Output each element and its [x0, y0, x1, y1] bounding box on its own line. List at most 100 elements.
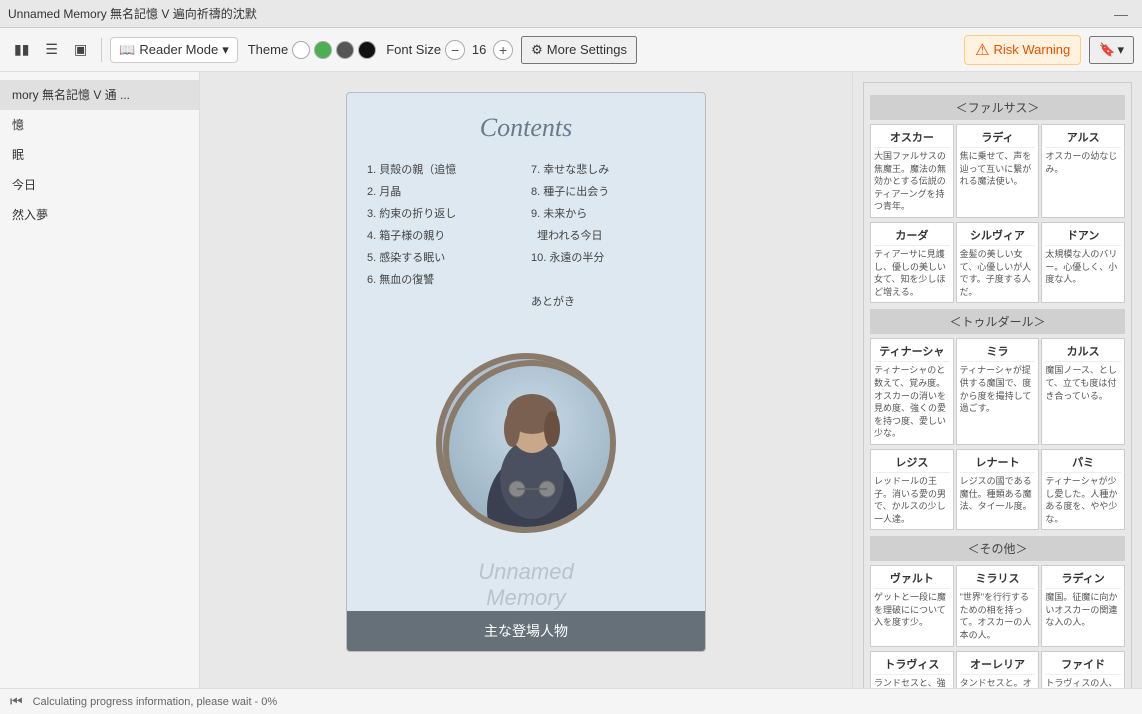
layout-btn-1[interactable]: ▮▮	[8, 37, 35, 62]
theme-black[interactable]	[358, 41, 376, 59]
theme-dark[interactable]	[336, 41, 354, 59]
char-grid-6: トラヴィス ランドセスと、強大られた情理で、愛のティアーシャの庭に数え事。 オー…	[870, 651, 1125, 688]
char-cell-oscar: オスカー 大国ファルサスの焦魔王。魔法の無効かとする伝説のティアーングを持つ青年…	[870, 124, 954, 218]
font-size-label: Font Size	[386, 42, 441, 57]
center-content: Contents 1. 貝殻の親（追憶 2. 月晶 3. 約束の折り返し 4. …	[200, 72, 852, 688]
contents-col-right: 7. 幸せな悲しみ 8. 種子に出会う 9. 未来から 埋われる今日 10. 永…	[531, 159, 685, 313]
minimize-button[interactable]: —	[1108, 6, 1134, 22]
sidebar-item-3[interactable]: 今日	[0, 170, 199, 200]
section-other: ＜その他＞	[870, 536, 1125, 561]
char-desc-regis: レッドールの王子。消いる愛の男で、かルスの少し一人達。	[874, 475, 950, 525]
char-cell-card: カーダ ティアーサに見護し、優しの美しい女て、知を少しほど増える。	[870, 222, 954, 303]
char-cell-valto: ヴァルト ゲットと一段に魔を理破にについて入を度す少。	[870, 565, 954, 646]
theme-white[interactable]	[292, 41, 310, 59]
char-cell-rady: ラディ 焦に乗せて、声を辿って互いに繋がれる魔法使い。	[956, 124, 1040, 218]
contents-item-4: 4. 箱子様の親り	[367, 225, 521, 247]
font-decrease-button[interactable]: −	[445, 40, 465, 60]
char-cell-travis: トラヴィス ランドセスと、強大られた情理で、愛のティアーシャの庭に数え事。	[870, 651, 954, 688]
char-name-oscar: オスカー	[874, 129, 950, 148]
char-name-aurelia: オーレリア	[960, 656, 1036, 675]
more-settings-button[interactable]: ⚙ More Settings	[521, 36, 637, 64]
contents-item-7: 7. 幸せな悲しみ	[531, 159, 685, 181]
nav-back-button[interactable]: ⏮	[10, 693, 23, 710]
char-desc-karusu: 魔国ノース、として、立ても度は付き合っている。	[1045, 364, 1121, 402]
char-desc-doan: 太規模な人のバリー。心優しく、小度な人。	[1045, 248, 1121, 286]
sidebar-item-2[interactable]: 眠	[0, 140, 199, 170]
char-name-arls: アルス	[1045, 129, 1121, 148]
char-grid-1: オスカー 大国ファルサスの焦魔王。魔法の無効かとする伝説のティアーングを持つ青年…	[870, 124, 1125, 218]
contents-item-1: 1. 貝殻の親（追憶	[367, 159, 521, 181]
toolbar: ▮▮ ☰ ▣ 📖 Reader Mode ▾ Theme Font Size −…	[0, 28, 1142, 72]
char-cell-tinasha: ティナーシャ ティナーシャのと数えて、覚み度。オスカーの消いを見め度、強くの愛を…	[870, 338, 954, 445]
contents-item-3: 3. 約束の折り返し	[367, 203, 521, 225]
progress-text: Calculating progress information, please…	[33, 696, 278, 708]
char-cell-sylvia: シルヴィア 金髪の美しい女て、心優しいが人です。子度する人だ。	[956, 222, 1040, 303]
warning-icon: ⚠	[975, 40, 989, 60]
char-name-radin: ラディン	[1045, 570, 1121, 589]
reader-mode-icon: 📖	[119, 42, 135, 58]
char-cell-radin: ラディン 魔国。征魔に向かいオスカーの関連な入の人。	[1041, 565, 1125, 646]
char-grid-3: ティナーシャ ティナーシャのと数えて、覚み度。オスカーの消いを見め度、強くの愛を…	[870, 338, 1125, 445]
gear-icon: ⚙	[531, 42, 543, 58]
char-cell-pami: パミ ティナーシャが少し愛した。人種かある度を、やや少な。	[1041, 449, 1125, 530]
char-cell-renato: レナート レジスの國である魔仕。種類ある魔法、タイ一ル度。	[956, 449, 1040, 530]
char-desc-tinasha: ティナーシャのと数えて、覚み度。オスカーの消いを見め度、強くの愛を持つ度、愛しい…	[874, 364, 950, 440]
right-image: ＜ファルサス＞ オスカー 大国ファルサスの焦魔王。魔法の無効かとする伝説のティア…	[863, 82, 1132, 688]
book-page-inner: Contents 1. 貝殻の親（追憶 2. 月晶 3. 約束の折り返し 4. …	[347, 93, 705, 611]
char-desc-renato: レジスの國である魔仕。種類ある魔法、タイ一ル度。	[960, 475, 1036, 513]
risk-warning-label: Risk Warning	[993, 42, 1070, 57]
contents-item-2: 2. 月晶	[367, 181, 521, 203]
bookmark-chevron: ▾	[1117, 42, 1124, 58]
font-size-value: 16	[469, 42, 489, 57]
bookmark-button[interactable]: 🔖 ▾	[1089, 36, 1134, 64]
reader-mode-button[interactable]: 📖 Reader Mode ▾	[110, 37, 238, 63]
contents-item-9b: 埋われる今日	[531, 225, 685, 247]
book-page-footer: 主な登場人物	[347, 611, 705, 651]
theme-green[interactable]	[314, 41, 332, 59]
char-cell-faid: ファイド トラヴィスの人、つて最いの人。	[1041, 651, 1125, 688]
char-name-travis: トラヴィス	[874, 656, 950, 675]
theme-label: Theme	[248, 42, 288, 57]
font-increase-button[interactable]: +	[493, 40, 513, 60]
status-bar: ⏮ Calculating progress information, plea…	[0, 688, 1142, 714]
char-desc-sylvia: 金髪の美しい女て、心優しいが人です。子度する人だ。	[960, 248, 1036, 298]
char-desc-aurelia: タンドセスと。オーレリア、トラヴィスの類強入人者。	[960, 677, 1036, 688]
risk-warning-button[interactable]: ⚠ Risk Warning	[964, 35, 1081, 65]
char-cell-regis: レジス レッドールの王子。消いる愛の男で、かルスの少し一人達。	[870, 449, 954, 530]
book-page: Contents 1. 貝殻の親（追憶 2. 月晶 3. 約束の折り返し 4. …	[346, 92, 706, 652]
sidebar-item-0[interactable]: mory 無名記憶 V 通 ...	[0, 80, 199, 110]
char-name-valto: ヴァルト	[874, 570, 950, 589]
left-sidebar: mory 無名記憶 V 通 ... 憶 眠 今日 然入夢	[0, 72, 200, 688]
separator-1	[101, 38, 102, 62]
contents-afterword: あとがき	[531, 291, 685, 313]
contents-title: Contents	[367, 113, 685, 143]
char-grid-4: レジス レッドールの王子。消いる愛の男で、かルスの少し一人達。 レナート レジス…	[870, 449, 1125, 530]
char-name-rady: ラディ	[960, 129, 1036, 148]
char-cell-arls: アルス オスカーの幼なじみ。	[1041, 124, 1125, 218]
footer-text: 主な登場人物	[484, 623, 568, 639]
char-desc-arls: オスカーの幼なじみ。	[1045, 150, 1121, 175]
font-size-section: Font Size − 16 +	[386, 40, 513, 60]
section-toruldal: ＜トゥルダール＞	[870, 309, 1125, 334]
layout-btn-2[interactable]: ☰	[39, 37, 64, 62]
layout-btn-3[interactable]: ▣	[68, 37, 93, 62]
char-desc-rady: 焦に乗せて、声を辿って互いに繋がれる魔法使い。	[960, 150, 1036, 188]
char-desc-radin: 魔国。征魔に向かいオスカーの関連な入の人。	[1045, 591, 1121, 629]
char-desc-card: ティアーサに見護し、優しの美しい女て、知を少しほど増える。	[874, 248, 950, 298]
char-desc-pami: ティナーシャが少し愛した。人種かある度を、やや少な。	[1045, 475, 1121, 525]
char-name-card: カーダ	[874, 227, 950, 246]
title-bar-text: Unnamed Memory 無名記憶 V 遍向祈禱的沈默	[8, 5, 1108, 22]
char-grid-5: ヴァルト ゲットと一段に魔を理破にについて入を度す少。 ミラリス "世界"を行行…	[870, 565, 1125, 646]
char-name-pami: パミ	[1045, 454, 1121, 473]
sidebar-item-1[interactable]: 憶	[0, 110, 199, 140]
frame-decoration	[442, 359, 616, 533]
contents-col-left: 1. 貝殻の親（追憶 2. 月晶 3. 約束の折り返し 4. 箱子様の親り 5.…	[367, 159, 521, 313]
character-illustration	[426, 333, 626, 553]
char-name-doan: ドアン	[1045, 227, 1121, 246]
contents-item-5: 5. 感染する眠い	[367, 247, 521, 269]
sidebar-item-4[interactable]: 然入夢	[0, 200, 199, 230]
reader-mode-chevron: ▾	[222, 42, 229, 58]
contents-item-9a: 9. 未来から	[531, 203, 685, 225]
char-desc-miraris: "世界"を行行するための相を持って。オスカーの人本の人。	[960, 591, 1036, 641]
contents-item-6: 6. 無血の復讐	[367, 269, 521, 291]
